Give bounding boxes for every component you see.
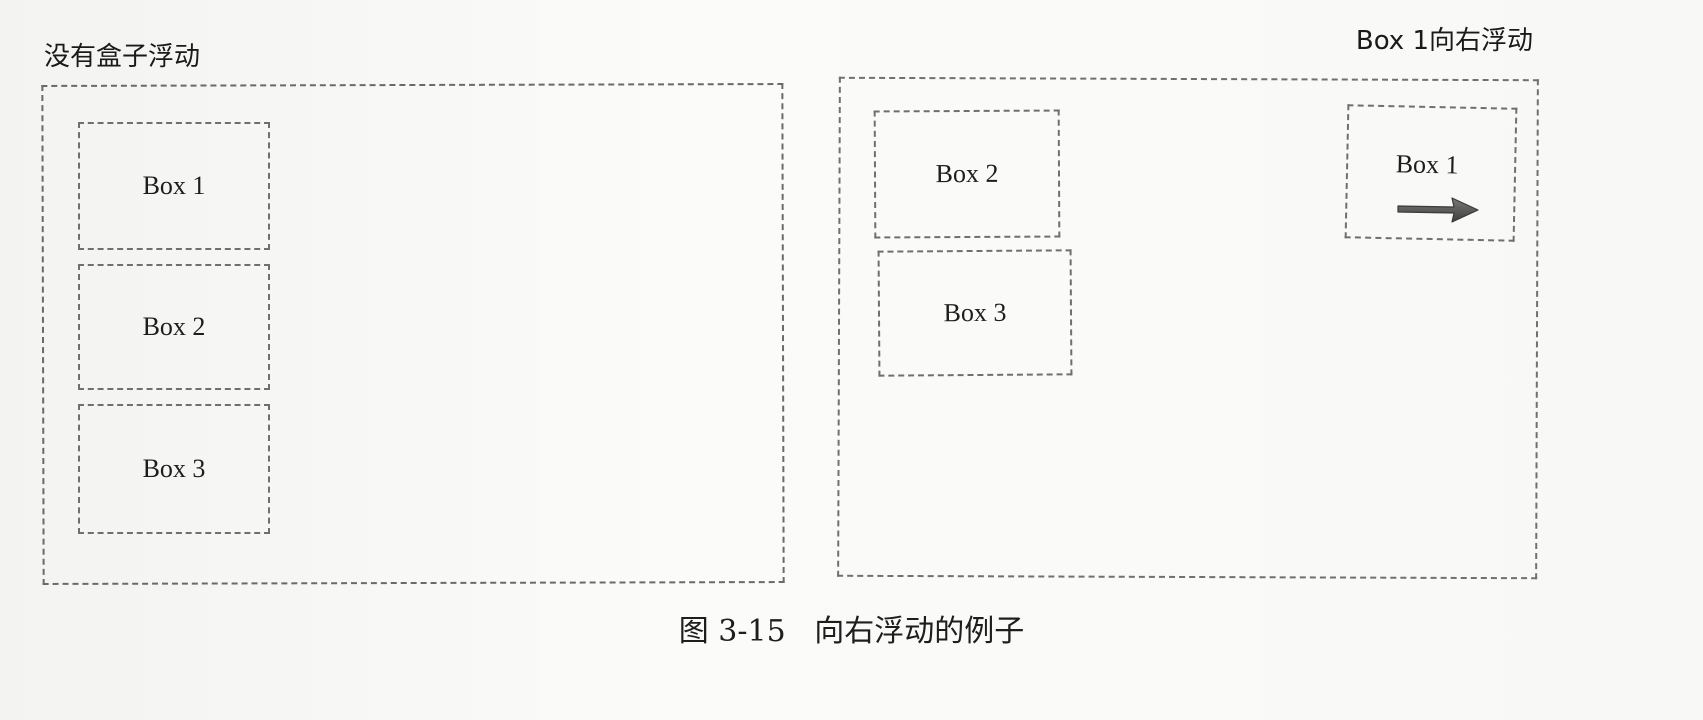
box-label: Box 1 [1395, 149, 1459, 180]
box-2-unfloated: Box 2 [78, 264, 270, 390]
box-label: Box 3 [142, 454, 206, 483]
box-3-flow: Box 3 [877, 249, 1073, 377]
box-3-unfloated: Box 3 [78, 404, 270, 534]
box-label: Box 3 [943, 297, 1007, 328]
figure-caption: 图 3-15 向右浮动的例子 [678, 614, 1025, 649]
panel-title-no-float: 没有盒子浮动 [44, 42, 201, 72]
box-label: Box 2 [142, 312, 206, 341]
box-2-flow: Box 2 [873, 109, 1061, 239]
box-1-unfloated: Box 1 [78, 122, 270, 250]
figure-page: 没有盒子浮动 Box 1向右浮动 Box 1 Box 2 Box 3 Box 2… [0, 0, 1703, 720]
panel-title-float-right: Box 1向右浮动 [1355, 26, 1533, 56]
box-label: Box 1 [142, 171, 206, 200]
right-arrow-icon [1397, 197, 1479, 223]
box-label: Box 2 [935, 158, 999, 189]
